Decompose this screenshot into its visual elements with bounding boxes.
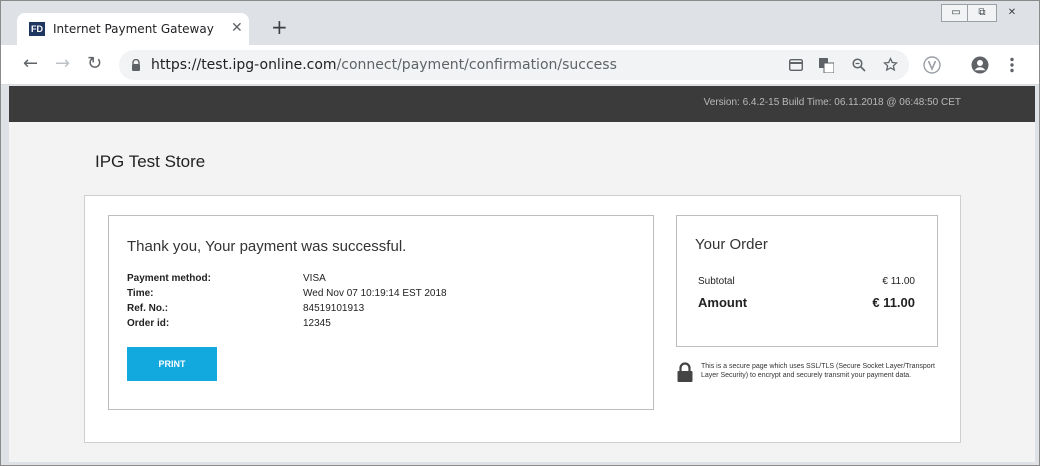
- security-note: This is a secure page which uses SSL/TLS…: [701, 363, 935, 379]
- time-value: Wed Nov 07 10:19:14 EST 2018: [303, 288, 447, 299]
- menu-icon[interactable]: [1009, 57, 1015, 73]
- url-host: test.ipg-online.com: [201, 57, 337, 73]
- payment-method-label: Payment method:: [127, 273, 211, 284]
- address-bar[interactable]: https://test.ipg-online.com/connect/paym…: [119, 50, 909, 80]
- order-id-value: 12345: [303, 318, 331, 329]
- restore-button[interactable]: ⧉: [967, 4, 997, 22]
- browser-toolbar: ← → ↻ https://test.ipg-online.com/connec…: [1, 45, 1039, 85]
- browser-window: FD Internet Payment Gateway ✕ + ▭ ⧉ ✕ ← …: [0, 0, 1040, 466]
- ref-no-label: Ref. No.:: [127, 303, 169, 314]
- success-message: Thank you, Your payment was successful.: [127, 238, 407, 255]
- url-prefix: https://: [151, 57, 202, 73]
- profile-icon[interactable]: [971, 56, 989, 74]
- print-button[interactable]: PRINT: [127, 347, 217, 381]
- zoom-icon[interactable]: [852, 58, 866, 72]
- tab-strip: FD Internet Payment Gateway ✕ + ▭ ⧉ ✕: [1, 1, 1039, 45]
- browser-tab[interactable]: FD Internet Payment Gateway ✕: [17, 13, 249, 45]
- tab-close-icon[interactable]: ✕: [231, 20, 243, 36]
- page-content: Version: 6.4.2-15 Build Time: 06.11.2018…: [9, 86, 1035, 462]
- translate-icon[interactable]: [819, 58, 834, 73]
- store-name: IPG Test Store: [95, 152, 206, 171]
- lock-icon[interactable]: [131, 59, 141, 71]
- url-path: /connect/payment/confirmation/success: [336, 57, 617, 73]
- order-title: Your Order: [695, 236, 768, 253]
- url-text[interactable]: https://test.ipg-online.com/connect/paym…: [151, 57, 617, 73]
- new-tab-button[interactable]: +: [271, 17, 288, 37]
- close-window-button[interactable]: ✕: [997, 4, 1027, 22]
- ref-no-value: 84519101913: [303, 303, 365, 314]
- payment-method-value: VISA: [303, 273, 326, 284]
- reload-icon[interactable]: ↻: [87, 54, 102, 74]
- extension-v-icon[interactable]: [923, 56, 941, 74]
- back-icon[interactable]: ←: [23, 54, 38, 74]
- tab-title: Internet Payment Gateway: [53, 22, 214, 36]
- subtotal-value: € 11.00: [882, 276, 915, 287]
- forward-icon[interactable]: →: [55, 54, 70, 74]
- payment-panel: Thank you, Your payment was successful. …: [84, 195, 961, 443]
- time-label: Time:: [127, 288, 154, 299]
- page-header-bar: Version: 6.4.2-15 Build Time: 06.11.2018…: [9, 86, 1035, 122]
- star-icon[interactable]: [883, 57, 898, 72]
- favicon-icon: FD: [29, 22, 45, 36]
- amount-label: Amount: [698, 295, 748, 310]
- order-summary-box: Your Order Subtotal € 11.00 Amount € 11.…: [676, 215, 938, 347]
- amount-value: € 11.00: [872, 295, 915, 310]
- subtotal-label: Subtotal: [698, 276, 735, 287]
- order-id-label: Order id:: [127, 318, 170, 329]
- confirmation-box: Thank you, Your payment was successful. …: [108, 215, 654, 410]
- version-info: Version: 6.4.2-15 Build Time: 06.11.2018…: [703, 97, 961, 108]
- padlock-icon: [677, 362, 693, 382]
- card-icon[interactable]: [789, 59, 803, 71]
